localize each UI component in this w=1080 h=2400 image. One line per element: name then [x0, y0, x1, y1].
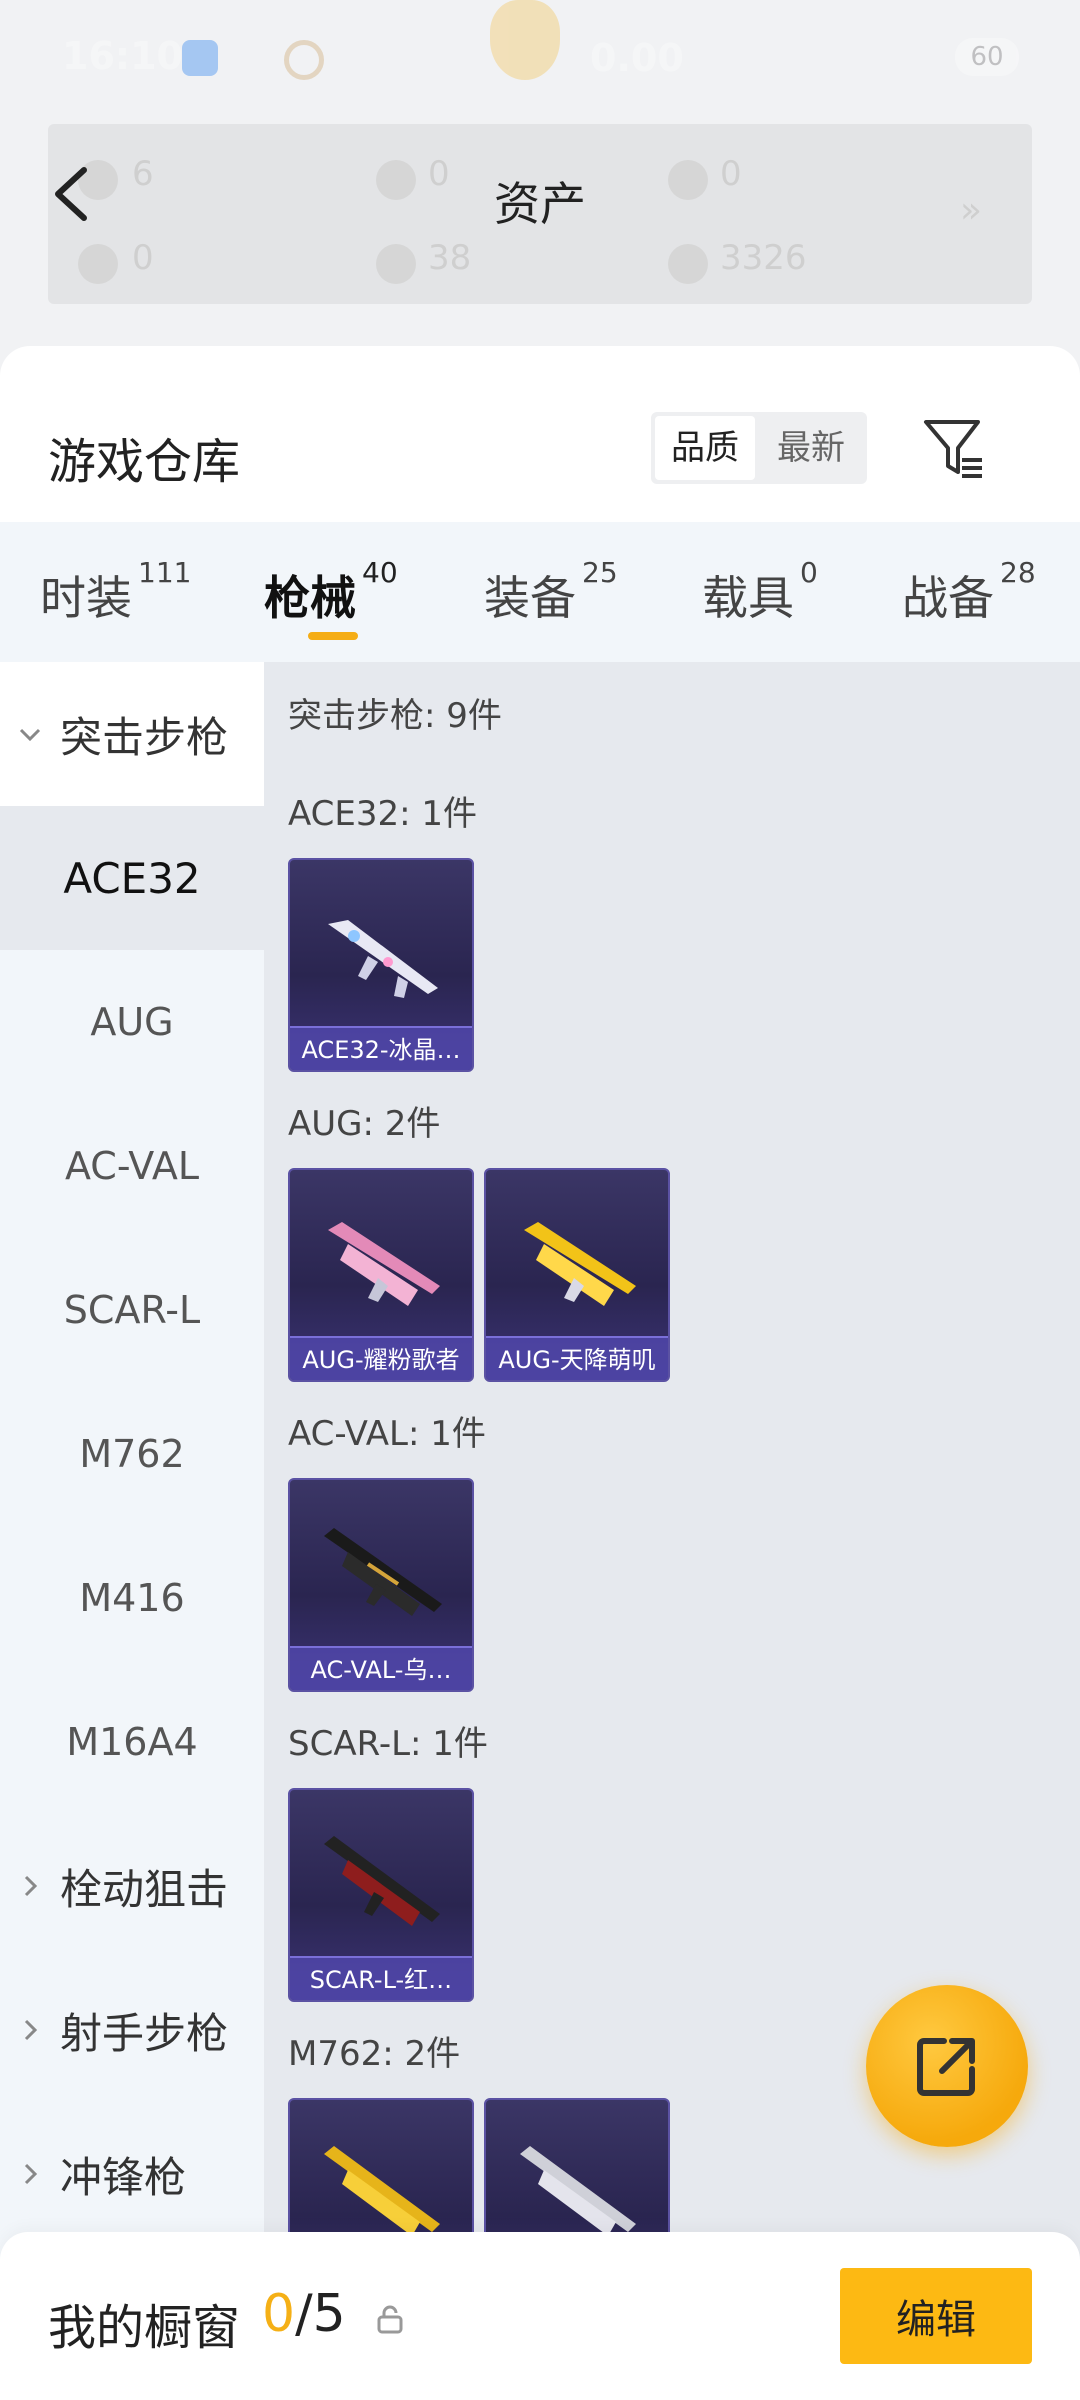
- weapon-type-sidebar: 突击步枪 ACE32 AUG AC-VAL SCAR-L M762 M416 M…: [0, 662, 264, 2400]
- category-summary: 突击步枪: 9件: [288, 696, 502, 736]
- weapon-skin-card[interactable]: AUG-天降萌叽: [484, 1168, 670, 1382]
- sidebar-group-assault-rifle[interactable]: 突击步枪: [0, 662, 264, 806]
- status-time: 16:10: [62, 34, 183, 78]
- network-speed: 0.00: [590, 36, 684, 80]
- lock-icon: [377, 2305, 403, 2334]
- tab-count: 28: [1000, 556, 1036, 589]
- rifle-icon: [324, 1528, 442, 1616]
- showcase-count-total: /5: [295, 2284, 346, 2344]
- app-notification-icon: [182, 40, 218, 76]
- sidebar-item-scar-l[interactable]: SCAR-L: [0, 1238, 264, 1382]
- chevron-right-icon: [24, 1875, 38, 1897]
- sort-by-quality-button[interactable]: 品质: [655, 416, 755, 480]
- tab-supplies[interactable]: 战备 28: [902, 556, 1036, 628]
- warehouse-header: 游戏仓库 品质 最新: [0, 346, 1080, 522]
- tab-label: 战备: [902, 571, 994, 625]
- tab-label: 载具: [702, 571, 794, 625]
- status-bar: 16:10 0.00 60: [0, 0, 1080, 110]
- tab-equipment[interactable]: 装备 25: [484, 556, 618, 628]
- tab-label: 时装: [40, 571, 132, 625]
- active-tab-indicator: [308, 632, 358, 640]
- section-header-m762: M762: 2件: [288, 2034, 461, 2074]
- asset-value: 3326: [720, 238, 807, 278]
- category-tabs: 时装 111 枪械 40 装备 25 载具 0 战备 28: [0, 522, 1080, 662]
- sidebar-group-label: 栓动狙击: [60, 1864, 229, 1914]
- showcase-bar: 我的橱窗 0/5 编辑: [0, 2232, 1080, 2400]
- showcase-count: 0/5: [262, 2284, 346, 2344]
- asset-value: 0: [132, 238, 154, 278]
- sidebar-item-ace32[interactable]: ACE32: [0, 806, 264, 950]
- external-link-icon: [917, 2038, 975, 2096]
- tab-fashion[interactable]: 时装 111: [40, 556, 191, 628]
- rifle-icon: [328, 1222, 440, 1306]
- sidebar-group-label: 突击步枪: [60, 712, 229, 762]
- weapon-skin-card[interactable]: ACE32-冰晶…: [288, 858, 474, 1072]
- tab-count: 40: [362, 556, 398, 589]
- gold-icon: [668, 244, 708, 284]
- sidebar-item-ac-val[interactable]: AC-VAL: [0, 1094, 264, 1238]
- rifle-icon: [524, 1222, 636, 1306]
- battery-indicator: 60: [955, 38, 1019, 76]
- tab-weapons[interactable]: 枪械 40: [264, 556, 398, 628]
- flame-icon: [490, 0, 560, 80]
- edit-button[interactable]: 编辑: [840, 2268, 1032, 2364]
- warehouse-title: 游戏仓库: [48, 434, 241, 490]
- sort-toggle: 品质 最新: [651, 412, 867, 484]
- sidebar-group-bolt-sniper[interactable]: 栓动狙击: [0, 1814, 264, 1958]
- share-floating-button[interactable]: [866, 1985, 1028, 2147]
- weapon-skin-name: ACE32-冰晶…: [290, 1026, 472, 1070]
- tab-label: 装备: [484, 571, 576, 625]
- medal-icon: [284, 40, 324, 80]
- rifle-icon: [324, 1836, 440, 1926]
- section-header-aug: AUG: 2件: [288, 1104, 441, 1144]
- sidebar-group-marksman-rifle[interactable]: 射手步枪: [0, 1958, 264, 2102]
- section-header-ace32: ACE32: 1件: [288, 794, 478, 834]
- page-title: 资产: [494, 177, 586, 231]
- rifle-icon: [328, 920, 438, 998]
- tab-vehicles[interactable]: 载具 0: [702, 556, 818, 628]
- chevron-down-icon: [19, 728, 41, 742]
- weapon-skin-name: AUG-耀粉歌者: [290, 1336, 472, 1380]
- sidebar-item-aug[interactable]: AUG: [0, 950, 264, 1094]
- double-chevron-right-icon[interactable]: »: [960, 190, 982, 231]
- sidebar-item-m416[interactable]: M416: [0, 1526, 264, 1670]
- filter-icon[interactable]: [922, 416, 986, 480]
- weapon-skin-card[interactable]: AUG-耀粉歌者: [288, 1168, 474, 1382]
- tab-count: 25: [582, 556, 618, 589]
- weapon-skin-name: AUG-天降萌叽: [486, 1336, 668, 1380]
- sidebar-group-smg[interactable]: 冲锋枪: [0, 2102, 264, 2246]
- weapon-skin-card[interactable]: AC-VAL-乌…: [288, 1478, 474, 1692]
- tab-count: 111: [138, 556, 192, 589]
- sidebar-group-label: 冲锋枪: [60, 2152, 187, 2202]
- showcase-title: 我的橱窗: [48, 2300, 241, 2356]
- tab-count: 0: [800, 556, 818, 589]
- card-icon: [78, 244, 118, 284]
- showcase-count-current: 0: [262, 2284, 296, 2344]
- sort-by-newest-button[interactable]: 最新: [759, 416, 863, 480]
- section-header-scar-l: SCAR-L: 1件: [288, 1724, 488, 1764]
- weapon-skin-card[interactable]: SCAR-L-红…: [288, 1788, 474, 2002]
- sidebar-item-m762[interactable]: M762: [0, 1382, 264, 1526]
- sidebar-item-m16a4[interactable]: M16A4: [0, 1670, 264, 1814]
- silver-icon: [376, 244, 416, 284]
- sidebar-group-label: 射手步枪: [60, 2008, 229, 2058]
- weapon-skin-name: AC-VAL-乌…: [290, 1646, 472, 1690]
- asset-value: 38: [428, 238, 472, 278]
- section-header-ac-val: AC-VAL: 1件: [288, 1414, 486, 1454]
- tab-label: 枪械: [264, 571, 356, 625]
- chevron-right-icon: [24, 2163, 38, 2185]
- chevron-right-icon: [24, 2019, 38, 2041]
- weapon-skin-name: SCAR-L-红…: [290, 1956, 472, 2000]
